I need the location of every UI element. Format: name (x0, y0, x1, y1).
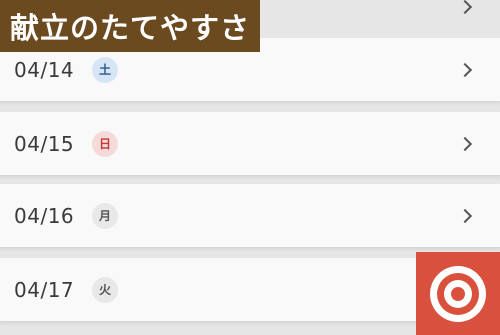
chevron-right-icon[interactable] (457, 0, 473, 15)
menu-planner-screen: 献立のたてやすさ 04/14 土 04/15 日 04/16 月 04/17 火 (0, 0, 500, 335)
date-row-0415[interactable]: 04/15 日 (0, 112, 500, 176)
row-date: 04/14 (14, 57, 75, 82)
row-date: 04/17 (14, 277, 75, 302)
overlay-title: 献立のたてやすさ (10, 11, 251, 45)
target-icon (430, 265, 486, 322)
row-date: 04/15 (14, 131, 75, 156)
chevron-right-icon (457, 136, 473, 151)
date-row-0416[interactable]: 04/16 月 (0, 184, 500, 248)
weekday-badge: 月 (92, 202, 118, 229)
chevron-right-icon (457, 62, 473, 77)
target-logo-icon (416, 252, 500, 335)
chevron-right-icon (457, 208, 473, 223)
weekday-badge: 火 (92, 276, 118, 303)
title-overlay: 献立のたてやすさ (0, 0, 261, 52)
row-date: 04/16 (14, 203, 75, 228)
weekday-badge: 土 (92, 56, 118, 83)
weekday-badge: 日 (92, 130, 118, 157)
